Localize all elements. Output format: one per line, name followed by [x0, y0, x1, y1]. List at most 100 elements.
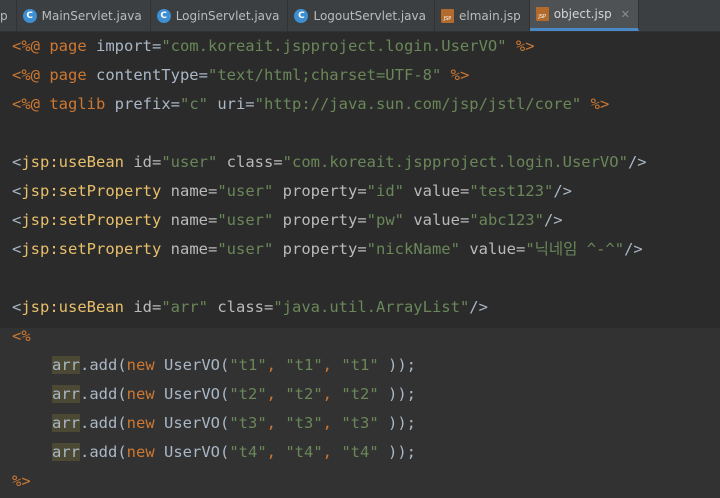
code-token: <%@	[12, 66, 50, 84]
code-token: jsp:useBean	[21, 153, 124, 171]
code-token: class=	[217, 153, 283, 171]
code-token: %>	[506, 37, 535, 55]
code-token: "t2"	[285, 385, 323, 403]
code-token: UserVO(	[154, 414, 230, 432]
code-token: ));	[378, 414, 416, 432]
code-token: <	[12, 240, 22, 258]
code-line-6: <jsp:setProperty name="user" property="i…	[12, 177, 572, 206]
tab-mainservlet[interactable]: C MainServlet.java	[17, 0, 151, 31]
code-token: UserVO(	[154, 385, 230, 403]
code-token: "t2"	[229, 385, 267, 403]
code-token: %>	[12, 472, 31, 490]
code-token: <	[12, 153, 22, 171]
code-line-16: %>	[12, 467, 31, 496]
code-line-1: <%@ page import="com.koreait.jspproject.…	[12, 32, 535, 61]
tab-loginservlet[interactable]: C LoginServlet.java	[151, 0, 289, 31]
code-token: page	[49, 37, 87, 55]
code-line-5: <jsp:useBean id="user" class="com.koreai…	[12, 148, 647, 177]
code-token: />	[627, 153, 647, 171]
tab-partial[interactable]: p	[0, 0, 17, 31]
java-class-icon: C	[22, 8, 37, 23]
code-token: <%@	[12, 95, 50, 113]
code-token: ,	[322, 443, 342, 461]
code-token: prefix=	[105, 95, 180, 113]
code-token: arr	[52, 443, 80, 461]
code-token: "t1"	[341, 356, 379, 374]
code-token: "c"	[179, 95, 208, 113]
code-token: "abc123"	[469, 211, 544, 229]
tab-object[interactable]: object.jsp ✕	[529, 0, 639, 31]
code-token: jsp:setProperty	[21, 182, 162, 200]
java-class-icon: C	[156, 8, 171, 23]
code-token: arr	[52, 414, 80, 432]
code-token: page	[49, 66, 87, 84]
code-token: name=	[161, 211, 218, 229]
code-token: ,	[266, 414, 286, 432]
code-token: "t4"	[285, 443, 323, 461]
code-token: name=	[161, 182, 218, 200]
code-token: />	[469, 298, 488, 316]
code-token: arr	[52, 356, 80, 374]
code-line-12: arr.add(new UserVO("t1", "t1", "t1" ));	[52, 351, 416, 380]
code-token: jsp:setProperty	[21, 240, 162, 258]
close-tab-icon[interactable]: ✕	[621, 8, 630, 21]
code-token: new	[126, 414, 155, 432]
code-token: ,	[266, 356, 286, 374]
code-token: taglib	[49, 95, 106, 113]
code-token: name=	[161, 240, 218, 258]
code-token: "t3"	[285, 414, 323, 432]
editor-tab-bar: p C MainServlet.java C LoginServlet.java…	[0, 0, 720, 32]
code-token: ));	[378, 443, 416, 461]
code-token: "pw"	[366, 211, 404, 229]
code-token: ,	[322, 385, 342, 403]
code-token: "nickName"	[366, 240, 460, 258]
code-token: "http://java.sun.com/jsp/jstl/core"	[254, 95, 582, 113]
tab-label: LoginServlet.java	[175, 8, 280, 23]
code-token: "test123"	[469, 182, 554, 200]
code-token: id=	[124, 298, 162, 316]
code-token: value=	[403, 211, 470, 229]
code-token: "arr"	[161, 298, 208, 316]
code-token: "user"	[161, 153, 218, 171]
code-token: "user"	[217, 240, 274, 258]
code-token: value=	[459, 240, 526, 258]
code-token: />	[553, 182, 572, 200]
code-line-13: arr.add(new UserVO("t2", "t2", "t2" ));	[52, 380, 416, 409]
code-token: "user"	[217, 211, 274, 229]
code-token: .add(	[80, 385, 127, 403]
code-token: UserVO(	[154, 356, 230, 374]
code-token: jsp:setProperty	[21, 211, 162, 229]
code-token: <	[12, 182, 22, 200]
code-editor[interactable]: <%@ page import="com.koreait.jspproject.…	[0, 32, 720, 498]
code-line-8: <jsp:setProperty name="user" property="n…	[12, 235, 643, 264]
code-token: />	[624, 240, 643, 258]
code-token: "id"	[366, 182, 404, 200]
code-token: .add(	[80, 414, 127, 432]
code-token: />	[543, 211, 563, 229]
code-token: ));	[378, 356, 416, 374]
code-token: property=	[273, 211, 367, 229]
code-token: "t2"	[341, 385, 379, 403]
code-token: property=	[273, 182, 367, 200]
code-token: "t4"	[341, 443, 379, 461]
tab-logoutservlet[interactable]: C LogoutServlet.java	[288, 0, 435, 31]
code-token: contentType=	[86, 66, 208, 84]
tab-elmain[interactable]: elmain.jsp	[435, 0, 530, 31]
code-token: value=	[403, 182, 470, 200]
code-line-14: arr.add(new UserVO("t3", "t3", "t3" ));	[52, 409, 416, 438]
code-line-11: <%	[12, 322, 31, 351]
code-line-2: <%@ page contentType="text/html;charset=…	[12, 61, 469, 90]
code-token: "java.util.ArrayList"	[273, 298, 470, 316]
code-token: <	[12, 298, 22, 316]
code-token: UserVO(	[154, 443, 230, 461]
code-token: import=	[86, 37, 162, 55]
code-token: %>	[441, 66, 470, 84]
code-token: "user"	[217, 182, 274, 200]
code-token: new	[126, 385, 155, 403]
code-token: "닉네임 ^-^"	[525, 240, 625, 258]
code-token: "t3"	[341, 414, 379, 432]
code-token: "t1"	[285, 356, 323, 374]
code-token: arr	[52, 385, 80, 403]
code-token: uri=	[207, 95, 255, 113]
tab-label: elmain.jsp	[458, 8, 521, 23]
